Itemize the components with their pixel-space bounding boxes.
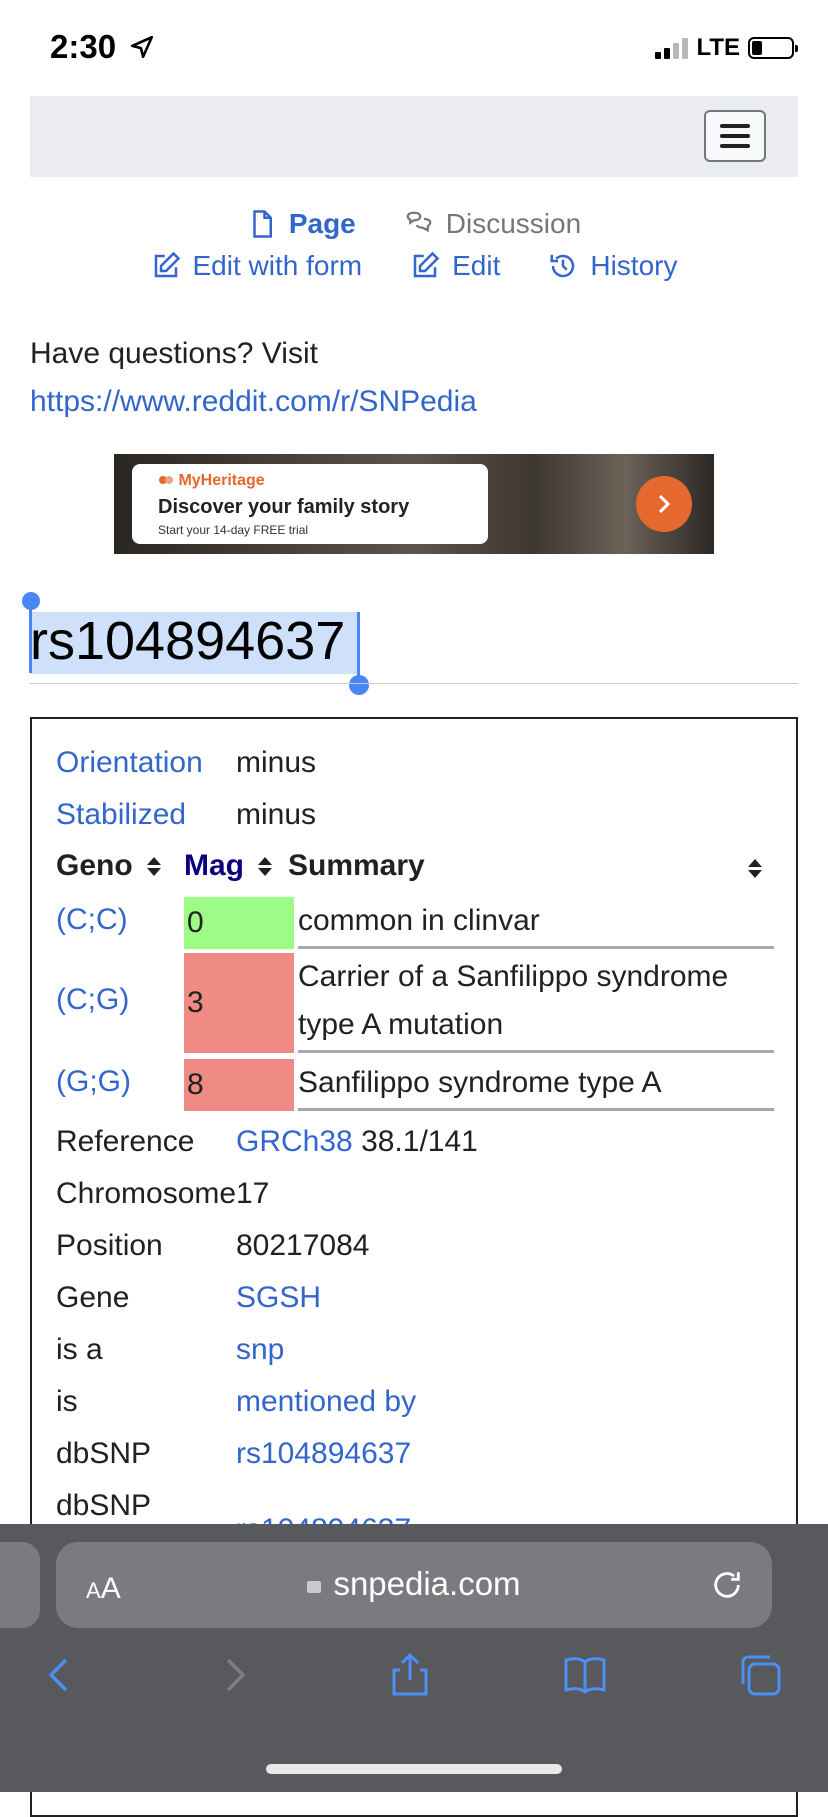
summary-cell: Carrier of a Sanfilippo syndrome type A …	[298, 953, 774, 1053]
is-a-label: is a	[56, 1333, 103, 1366]
selection-handle-end[interactable]	[349, 675, 369, 695]
status-time: 2:30	[50, 28, 155, 66]
tab-edit[interactable]: Edit	[410, 250, 500, 282]
genotype-row: (C;C) 0 common in clinvar	[56, 897, 774, 949]
back-icon[interactable]	[34, 1650, 84, 1700]
share-icon[interactable]	[385, 1650, 435, 1700]
hamburger-menu-button[interactable]	[704, 110, 766, 162]
lock-icon	[307, 1581, 322, 1593]
geno-column-header[interactable]: Geno	[56, 849, 161, 883]
orientation-label[interactable]: Orientation	[56, 746, 203, 780]
position-value: 80217084	[236, 1229, 370, 1262]
tabs-icon[interactable]	[735, 1650, 785, 1700]
tab-page[interactable]: Page	[247, 208, 356, 240]
ad-card: MyHeritage Discover your family story St…	[132, 464, 488, 544]
genotype-link[interactable]: (G;G)	[56, 1065, 131, 1099]
grch38-link[interactable]: GRCh38	[236, 1125, 353, 1158]
signal-icon	[655, 37, 689, 59]
sort-icon[interactable]	[748, 859, 762, 878]
home-indicator[interactable]	[266, 1764, 562, 1774]
gene-label: Gene	[56, 1281, 130, 1314]
ad-go-button[interactable]	[636, 476, 692, 532]
discussion-icon	[406, 211, 432, 233]
snp-link[interactable]: snp	[236, 1333, 284, 1367]
dbsnp-label: dbSNP	[56, 1489, 152, 1522]
ad-title: Discover your family story	[158, 496, 410, 518]
forward-icon[interactable]	[210, 1650, 260, 1700]
myheritage-icon	[159, 476, 173, 484]
genotype-row: (G;G) 8 Sanfilippo syndrome type A	[56, 1059, 774, 1111]
gene-link[interactable]: SGSH	[236, 1281, 321, 1315]
tab-edit-with-form[interactable]: Edit with form	[151, 250, 362, 282]
stabilized-value: minus	[236, 798, 317, 831]
sort-icon	[258, 856, 272, 876]
selection-caret-end	[357, 612, 360, 684]
title-divider	[30, 683, 798, 684]
dbsnp-link[interactable]: rs104894637	[236, 1437, 411, 1471]
dbsnp-label: dbSNP	[56, 1437, 152, 1470]
reload-icon[interactable]	[710, 1568, 744, 1602]
network-type: LTE	[696, 34, 740, 61]
questions-notice: Have questions? Visit https://www.reddit…	[30, 330, 477, 426]
selection-handle-start[interactable]	[22, 592, 40, 610]
magnitude-cell: 0	[184, 897, 294, 949]
magnitude-cell: 8	[184, 1059, 294, 1111]
url-display[interactable]: snpedia.com	[0, 1565, 828, 1603]
ad-subtitle: Start your 14-day FREE trial	[158, 523, 309, 537]
site-header	[30, 96, 798, 177]
stabilized-label[interactable]: Stabilized	[56, 798, 186, 832]
history-icon	[550, 254, 575, 278]
mag-column-header[interactable]: Mag	[184, 849, 272, 883]
location-arrow-icon	[131, 35, 154, 59]
battery-icon	[748, 37, 798, 59]
summary-cell: Sanfilippo syndrome type A	[298, 1059, 774, 1111]
reference-label: Reference	[56, 1125, 195, 1158]
status-indicators: LTE	[655, 34, 798, 62]
bookmarks-icon[interactable]	[560, 1650, 610, 1700]
genotype-row: (C;G) 3 Carrier of a Sanfilippo syndrome…	[56, 953, 774, 1053]
chromosome-value: 17	[236, 1177, 270, 1210]
sort-icon	[146, 856, 161, 876]
edit-tabs: Edit with form Edit History	[0, 250, 828, 282]
chromosome-label: Chromosome	[56, 1177, 237, 1210]
reddit-link[interactable]: https://www.reddit.com/r/SNPedia	[30, 385, 477, 418]
summary-cell: common in clinvar	[298, 897, 774, 949]
position-label: Position	[56, 1229, 163, 1262]
browser-nav-toolbar	[0, 1650, 828, 1710]
ad-banner[interactable]: MyHeritage Discover your family story St…	[114, 454, 714, 554]
tab-history[interactable]: History	[548, 250, 677, 282]
tab-discussion[interactable]: Discussion	[404, 208, 581, 240]
genotype-link[interactable]: (C;G)	[56, 983, 129, 1017]
page-title: rs104894637	[30, 611, 346, 671]
genotype-link[interactable]: (C;C)	[56, 903, 128, 937]
ad-brand-logo: MyHeritage	[158, 472, 265, 490]
is-label: is	[56, 1385, 78, 1418]
notice-text: Have questions? Visit	[30, 337, 318, 370]
orientation-value: minus	[236, 746, 317, 779]
mentioned-by-link[interactable]: mentioned by	[236, 1385, 416, 1419]
summary-column-header[interactable]: Summary	[288, 849, 425, 883]
reference-value: 38.1/141	[361, 1125, 478, 1158]
edit-form-icon	[154, 251, 180, 278]
page-tabs: Page Discussion	[0, 208, 828, 240]
page-icon	[253, 210, 272, 238]
edit-icon	[413, 251, 440, 278]
chevron-right-icon	[658, 494, 671, 514]
magnitude-cell: 3	[184, 953, 294, 1053]
